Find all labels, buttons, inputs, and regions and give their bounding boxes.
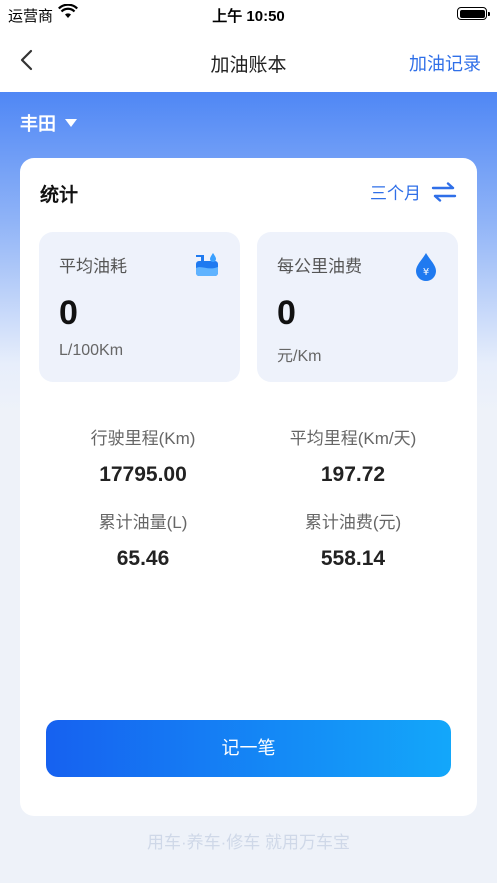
fuel-tank-icon [194, 252, 220, 283]
car-selector[interactable]: 丰田 [20, 110, 78, 136]
tile-label: 每公里油费 [277, 257, 362, 276]
tile-unit: 元/Km [277, 348, 322, 365]
nav-bar: 加油账本 加油记录 [0, 28, 497, 92]
fuel-drop-icon: ¥ [414, 252, 438, 287]
stat-label: 平均里程(Km/天) [289, 429, 417, 448]
svg-text:¥: ¥ [423, 267, 429, 278]
cost-per-km-tile: 每公里油费 ¥ 0 元/Km [257, 232, 458, 382]
status-bar: 运营商 上午 10:50 [0, 0, 497, 28]
tile-value: 0 [277, 294, 296, 332]
stat-avg-mileage: 平均里程(Km/天) 197.72 [253, 424, 453, 487]
stats-card: 统计 三个月 平均油耗 0 L/100Km 每公里油费 ¥ 0 元/Km 行驶里… [20, 158, 477, 816]
fuel-records-link[interactable]: 加油记录 [409, 50, 481, 76]
stat-value: 197.72 [320, 463, 386, 486]
tile-value: 0 [59, 294, 78, 332]
tile-unit: L/100Km [59, 342, 124, 359]
stat-value: 558.14 [320, 547, 386, 570]
caret-down-icon [65, 119, 77, 127]
stat-label: 行驶里程(Km) [90, 429, 196, 448]
avg-consumption-tile: 平均油耗 0 L/100Km [39, 232, 240, 382]
car-name: 丰田 [20, 114, 56, 134]
tile-label: 平均油耗 [59, 257, 127, 276]
stat-label: 累计油量(L) [98, 513, 188, 532]
stat-label: 累计油费(元) [304, 513, 402, 532]
add-record-button[interactable]: 记一笔 [46, 720, 451, 777]
stat-total-cost: 累计油费(元) 558.14 [253, 508, 453, 571]
stats-title: 统计 [40, 185, 79, 206]
stat-value: 65.46 [116, 547, 170, 570]
stat-total-fuel: 累计油量(L) 65.46 [43, 508, 243, 571]
stat-mileage: 行驶里程(Km) 17795.00 [43, 424, 243, 487]
status-time: 上午 10:50 [212, 8, 285, 25]
footer-slogan: 用车·养车·修车 就用万车宝 [146, 833, 351, 852]
swap-icon [431, 181, 457, 202]
period-label: 三个月 [370, 184, 421, 203]
battery-icon [457, 7, 490, 20]
period-switch[interactable]: 三个月 [370, 179, 457, 204]
stat-value: 17795.00 [99, 463, 187, 486]
